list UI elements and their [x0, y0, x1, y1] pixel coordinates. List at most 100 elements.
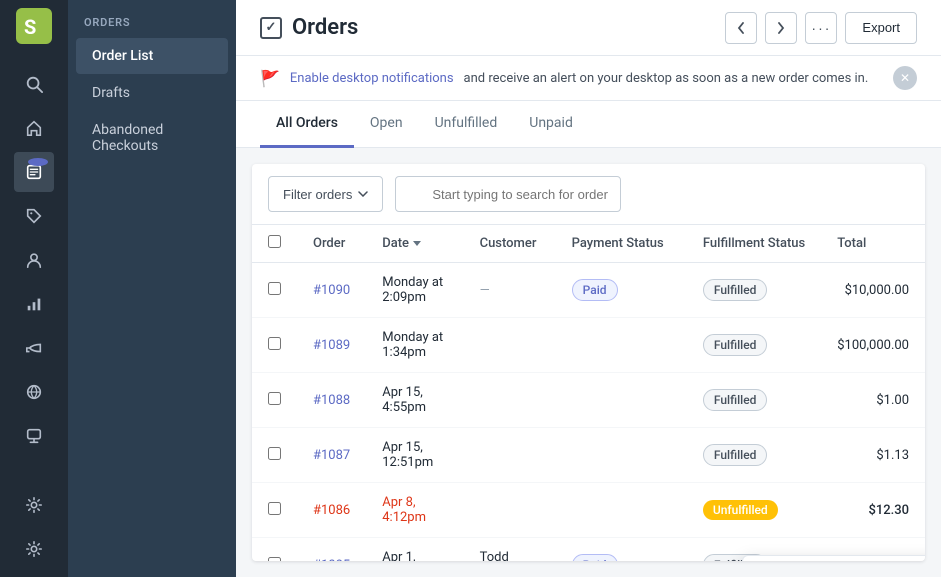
search-icon[interactable] [14, 64, 54, 104]
tab-open[interactable]: Open [354, 101, 419, 148]
search-input[interactable] [395, 176, 621, 212]
customer-name: — [480, 283, 490, 298]
sidebar: S [0, 0, 68, 577]
page-title: Orders [292, 15, 358, 40]
fulfillment-badge: Fulfilled [703, 279, 768, 301]
more-actions-button[interactable]: ··· [805, 12, 837, 44]
order-link[interactable]: #1087 [313, 448, 350, 463]
sidebar-item-order-list[interactable]: Order List [76, 38, 228, 74]
content-area: All Orders Open Unfulfilled Unpaid Filte… [236, 101, 941, 577]
order-link[interactable]: #1089 [313, 338, 350, 353]
col-order: Order [297, 225, 366, 263]
order-link[interactable]: #1088 [313, 393, 350, 408]
order-date: Apr 8, 4:12pm [366, 483, 463, 538]
notification-bar: 🚩 Enable desktop notifications and recei… [236, 56, 941, 101]
order-date: Apr 15, 12:51pm [366, 428, 463, 483]
col-payment: Payment Status [556, 225, 687, 263]
customer-tooltip: Todd Tanley CLInternational 10 York Stre… [742, 555, 925, 561]
notification-text: and receive an alert on your desktop as … [464, 71, 869, 86]
col-total: Total [821, 225, 925, 263]
globe-icon[interactable] [14, 372, 54, 412]
select-all-checkbox[interactable] [268, 235, 281, 248]
tab-unpaid[interactable]: Unpaid [513, 101, 589, 148]
col-fulfillment: Fulfillment Status [687, 225, 821, 263]
order-total: $12.30 [821, 483, 925, 538]
notification-close-button[interactable]: ✕ [893, 66, 917, 90]
customer-name [464, 318, 556, 373]
order-date: Monday at 2:09pm [366, 263, 463, 318]
gear-icon[interactable] [14, 485, 54, 525]
customer-name [464, 483, 556, 538]
main-content: ✓ Orders ··· Export 🚩 Enable desktop not… [236, 0, 941, 577]
notification-link[interactable]: Enable desktop notifications [290, 71, 454, 86]
payment-badge [556, 318, 687, 373]
table-row: #1089 Monday at 1:34pm Fulfilled $100,00… [252, 318, 925, 373]
svg-text:S: S [24, 15, 36, 39]
notification-flag-icon: 🚩 [260, 69, 280, 88]
sidebar-item-abandoned-checkouts[interactable]: Abandoned Checkouts [76, 112, 228, 164]
filter-label: Filter orders [283, 187, 352, 202]
nav-panel: ORDERS Order List Drafts Abandoned Check… [68, 0, 236, 577]
marketing-icon[interactable] [14, 328, 54, 368]
order-date: Apr 1, 1:07pm [366, 538, 463, 562]
row-checkbox[interactable] [268, 282, 281, 295]
settings-icon[interactable] [14, 529, 54, 569]
order-link[interactable]: #1085 [313, 558, 350, 562]
order-link[interactable]: #1090 [313, 283, 350, 298]
order-total: $1.00 [821, 373, 925, 428]
page-header: ✓ Orders ··· Export [236, 0, 941, 56]
orders-badge [28, 158, 48, 166]
filter-orders-button[interactable]: Filter orders [268, 176, 383, 212]
tabs-bar: All Orders Open Unfulfilled Unpaid [236, 101, 941, 148]
row-checkbox[interactable] [268, 447, 281, 460]
table-row: #1087 Apr 15, 12:51pm Fulfilled $1.13 [252, 428, 925, 483]
export-button[interactable]: Export [845, 12, 917, 44]
tab-all-orders[interactable]: All Orders [260, 101, 354, 148]
page-title-area: ✓ Orders [260, 15, 725, 40]
customer-name [464, 428, 556, 483]
table-row: #1086 Apr 8, 4:12pm Unfulfilled $12.30 [252, 483, 925, 538]
row-checkbox[interactable] [268, 557, 281, 562]
tab-unfulfilled[interactable]: Unfulfilled [419, 101, 514, 148]
nav-forward-button[interactable] [765, 12, 797, 44]
payment-badge [556, 483, 687, 538]
order-link[interactable]: #1086 [313, 503, 350, 518]
search-wrapper [395, 176, 909, 212]
orders-checkbox-icon: ✓ [260, 17, 282, 39]
order-date: Apr 15, 4:55pm [366, 373, 463, 428]
nav-section-title: ORDERS [68, 0, 236, 37]
col-customer: Customer [464, 225, 556, 263]
row-checkbox[interactable] [268, 392, 281, 405]
home-icon[interactable] [14, 108, 54, 148]
customers-icon[interactable] [14, 240, 54, 280]
order-total: $100,000.00 [821, 318, 925, 373]
payment-badge: Paid [572, 279, 618, 301]
fulfillment-badge: Unfulfilled [703, 500, 778, 520]
fulfillment-badge: Fulfilled [703, 389, 768, 411]
tags-icon[interactable] [14, 196, 54, 236]
col-date: Date [366, 225, 463, 263]
fulfillment-badge: Fulfilled [703, 444, 768, 466]
order-total: $10,000.00 [821, 263, 925, 318]
fulfillment-badge: Fulfilled [703, 334, 768, 356]
orders-table-area: Filter orders Order [252, 164, 925, 561]
header-actions: ··· Export [725, 12, 917, 44]
customer-name[interactable]: Todd Tanley [480, 550, 517, 561]
payment-badge: Paid [572, 554, 618, 561]
order-date: Monday at 1:34pm [366, 318, 463, 373]
sidebar-item-drafts[interactable]: Drafts [76, 75, 228, 111]
analytics-icon[interactable] [14, 284, 54, 324]
order-total: $1.13 [821, 428, 925, 483]
orders-table: Order Date Customer Payment Status Fulfi… [252, 225, 925, 561]
nav-back-button[interactable] [725, 12, 757, 44]
customer-name [464, 373, 556, 428]
table-scroll: Order Date Customer Payment Status Fulfi… [252, 225, 925, 561]
theme-icon[interactable] [14, 416, 54, 456]
shopify-logo[interactable]: S [16, 8, 52, 48]
table-row: #1088 Apr 15, 4:55pm Fulfilled $1.00 [252, 373, 925, 428]
row-checkbox[interactable] [268, 502, 281, 515]
orders-icon[interactable] [14, 152, 54, 192]
filter-row: Filter orders [252, 164, 925, 225]
payment-badge [556, 373, 687, 428]
row-checkbox[interactable] [268, 337, 281, 350]
